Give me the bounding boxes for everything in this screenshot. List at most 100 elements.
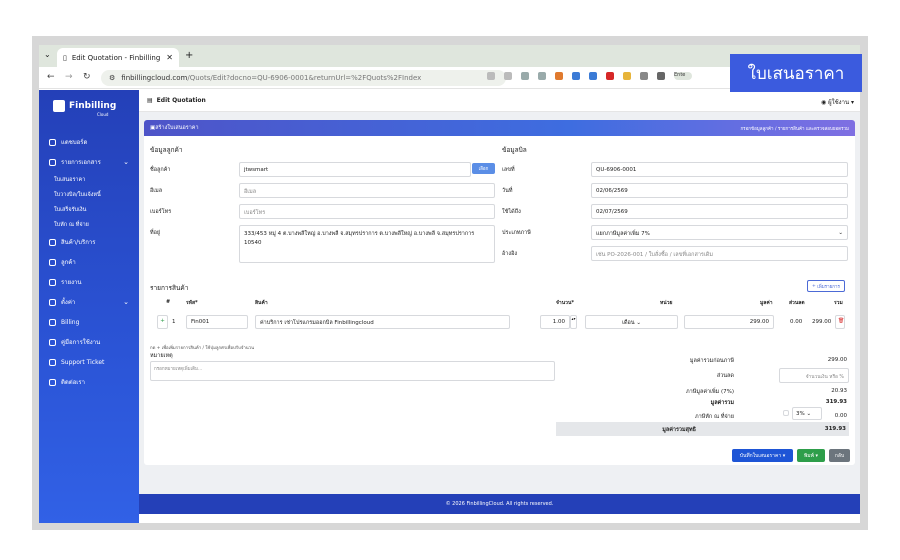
docno-input[interactable]: QU-6906-0001 xyxy=(591,162,848,177)
extension-icon[interactable] xyxy=(589,72,597,80)
address-textarea[interactable]: 333/453 หมู่ 4 ต.บางพลีใหญ่ อ.บางพลี จ.ส… xyxy=(239,225,495,263)
row-name-input[interactable]: ค่าบริการ เช่าโปรแกรมออกบิล Finbillingcl… xyxy=(255,315,510,329)
add-item-label: เพิ่มรายการ xyxy=(817,284,840,290)
vat-value: 20.93 xyxy=(831,388,847,394)
tax-type-select[interactable]: แยกภาษีมูลค่าเพิ่ม 7% ⌄ xyxy=(591,225,848,240)
sidebar-item-contact[interactable]: ติดต่อเรา xyxy=(39,372,139,392)
phone-input[interactable]: เบอร์โทร xyxy=(239,204,495,219)
col-header-qty: จำนวน* xyxy=(556,300,574,306)
sidebar-item-receipt[interactable]: ใบเสร็จรับเงิน xyxy=(39,202,139,217)
forward-icon[interactable]: → xyxy=(65,72,73,82)
site-info-icon[interactable]: ⚙ xyxy=(109,74,115,82)
add-item-button[interactable]: + เพิ่มรายการ xyxy=(807,280,845,292)
reference-input[interactable]: เช่น PO-2026-001 / ใบสั่งซื้อ / เลขที่เอ… xyxy=(591,246,848,261)
reload-icon[interactable]: ↻ xyxy=(83,72,91,82)
row-price-input[interactable]: 299.00 xyxy=(684,315,774,329)
total-value: 319.93 xyxy=(825,399,847,405)
sidebar: Finbilling Cloud แดชบอร์ด รายการเอกสาร ⌄ … xyxy=(39,90,139,523)
wht-checkbox[interactable] xyxy=(783,410,789,416)
select-customer-button[interactable]: เลือก xyxy=(472,163,495,174)
sidebar-item-documents[interactable]: รายการเอกสาร ⌄ xyxy=(39,152,139,172)
docno-label: เลขที่ xyxy=(502,167,515,173)
sidebar-item-settings[interactable]: ตั้งค่า ⌄ xyxy=(39,292,139,312)
tax-type-label: ประเภทภาษี xyxy=(502,230,531,236)
tab-list-icon[interactable]: ⌄ xyxy=(44,50,51,59)
page-footer: © 2026 FinbillingCloud. All rights reser… xyxy=(139,494,860,514)
items-hint: กด + เพื่อเพิ่มรายการสินค้า / ใช้ปุ่มลูก… xyxy=(150,346,255,351)
sidebar-item-quotation[interactable]: ใบเสนอราคา xyxy=(39,172,139,187)
wht-label: ภาษีหัก ณ ที่จ่าย xyxy=(694,414,734,420)
notes-textarea[interactable]: กรอกหมายเหตุเพิ่มเติม... xyxy=(150,361,555,381)
sidebar-item-label: แดชบอร์ด xyxy=(61,139,88,146)
delete-row-icon[interactable]: 🗑 xyxy=(835,315,845,329)
back-icon[interactable]: ← xyxy=(47,72,55,82)
extension-icon[interactable] xyxy=(640,72,648,80)
browser-tab[interactable]: ▯ Edit Quotation - Finbilling ✕ xyxy=(57,48,179,67)
url-field[interactable]: ⚙ finbillingcloud.com/Quots/Edit?docno=Q… xyxy=(101,70,506,86)
sidebar-item-label: ใบเสนอราคา xyxy=(54,176,86,183)
sidebar-item-label: ใบหัก ณ ที่จ่าย xyxy=(54,221,89,228)
row-add-icon[interactable]: + xyxy=(157,315,168,329)
sidebar-item-label: ใบวางบิล/ใบแจ้งหนี้ xyxy=(54,191,101,198)
zoom-icon[interactable] xyxy=(487,72,495,80)
home-icon xyxy=(49,138,56,146)
sidebar-item-label: ตั้งค่า xyxy=(61,299,76,306)
grand-total-value: 319.93 xyxy=(824,426,846,432)
caption-overlay-label: ใบเสนอราคา xyxy=(747,63,845,84)
save-quotation-button[interactable]: บันทึกใบเสนอราคา ▾ xyxy=(732,449,793,462)
address-label: ที่อยู่ xyxy=(150,230,161,236)
billing-section-title: ข้อมูลบิล xyxy=(502,146,527,154)
tax-type-value: แยกภาษีมูลค่าเพิ่ม 7% xyxy=(596,231,650,237)
col-header-code: รหัส* xyxy=(186,300,198,306)
main-content: ▣ สร้างใบเสนอราคา กรอกข้อมูลลูกค้า / ราย… xyxy=(139,112,860,497)
extension-icon[interactable] xyxy=(555,72,563,80)
profile-button[interactable]: Ente xyxy=(674,72,692,80)
book-icon xyxy=(49,338,56,346)
app-logo[interactable]: Finbilling Cloud xyxy=(53,100,116,117)
sidebar-item-label: คู่มือการใช้งาน xyxy=(61,339,101,346)
extension-icon[interactable] xyxy=(521,72,529,80)
wht-rate-select[interactable]: 3% ⌄ xyxy=(792,407,822,420)
row-qty-input[interactable]: 1.00 xyxy=(540,315,570,329)
extension-icon[interactable] xyxy=(538,72,546,80)
chevron-down-icon: ⌄ xyxy=(838,230,843,236)
phone-label: เบอร์โทร xyxy=(150,209,172,215)
extension-icon[interactable] xyxy=(572,72,580,80)
extension-icon[interactable] xyxy=(623,72,631,80)
logo-mark-icon xyxy=(53,100,65,112)
col-header-no: # xyxy=(166,299,171,305)
discount-input[interactable]: จำนวนเงิน หรือ % xyxy=(779,368,849,383)
sidebar-item-label: ลูกค้า xyxy=(61,259,76,266)
document-icon: ▤ xyxy=(147,97,153,104)
row-unit-select[interactable]: เดือน ⌄ xyxy=(585,315,678,329)
user-menu[interactable]: ◉ ผู้ใช้งาน ▾ xyxy=(821,97,854,107)
download-icon[interactable] xyxy=(657,72,665,80)
sidebar-item-products[interactable]: สินค้า/บริการ xyxy=(39,232,139,252)
qty-stepper[interactable]: ▴▾ xyxy=(570,315,577,329)
sidebar-item-manual[interactable]: คู่มือการใช้งาน xyxy=(39,332,139,352)
sidebar-item-support[interactable]: Support Ticket xyxy=(39,352,139,372)
star-icon[interactable] xyxy=(504,72,512,80)
user-label: ผู้ใช้งาน xyxy=(828,99,850,106)
email-input[interactable]: อีเมล xyxy=(239,183,495,198)
card-header-title: สร้างใบเสนอราคา xyxy=(155,125,199,131)
sidebar-item-withholding[interactable]: ใบหัก ณ ที่จ่าย xyxy=(39,217,139,232)
date-input[interactable]: 02/06/2569 xyxy=(591,183,848,198)
sidebar-item-billing[interactable]: Billing xyxy=(39,312,139,332)
valid-until-input[interactable]: 02/07/2569 xyxy=(591,204,848,219)
sidebar-item-invoice[interactable]: ใบวางบิล/ใบแจ้งหนี้ xyxy=(39,187,139,202)
sidebar-item-reports[interactable]: รายงาน xyxy=(39,272,139,292)
sidebar-item-dashboard[interactable]: แดชบอร์ด xyxy=(39,132,139,152)
sidebar-item-customers[interactable]: ลูกค้า xyxy=(39,252,139,272)
page-title-text: Edit Quotation xyxy=(156,97,206,104)
print-button[interactable]: พิมพ์ ▾ xyxy=(797,449,825,462)
gear-icon xyxy=(49,298,56,306)
new-tab-icon[interactable]: + xyxy=(185,50,193,61)
customer-section-title: ข้อมูลลูกค้า xyxy=(150,146,183,154)
extension-icon[interactable] xyxy=(606,72,614,80)
close-tab-icon[interactable]: ✕ xyxy=(166,53,173,62)
back-button[interactable]: กลับ xyxy=(829,449,850,462)
sidebar-item-label: รายการเอกสาร xyxy=(61,159,101,166)
customer-name-input[interactable]: jtwsmart xyxy=(239,162,471,177)
row-code-input[interactable]: Fin001 xyxy=(186,315,248,329)
